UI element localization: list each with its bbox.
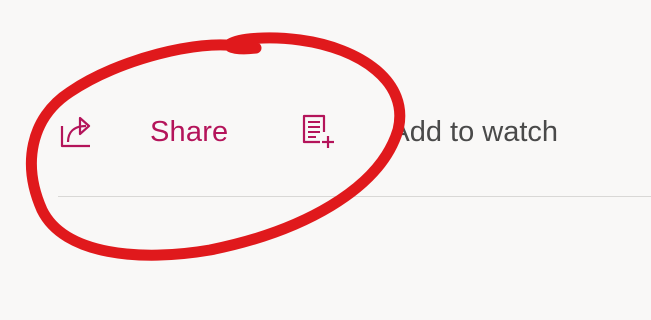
add-to-watchlist-label: Add to watch — [390, 115, 559, 148]
add-to-watchlist-button[interactable]: Add to watch — [298, 112, 558, 152]
divider — [58, 196, 651, 197]
action-bar: Share Add to watch — [58, 100, 558, 164]
page: Share Add to watch — [0, 0, 651, 320]
share-icon — [58, 112, 98, 152]
share-button[interactable]: Share — [58, 112, 228, 152]
add-to-watchlist-icon — [298, 112, 338, 152]
share-label: Share — [150, 115, 229, 148]
